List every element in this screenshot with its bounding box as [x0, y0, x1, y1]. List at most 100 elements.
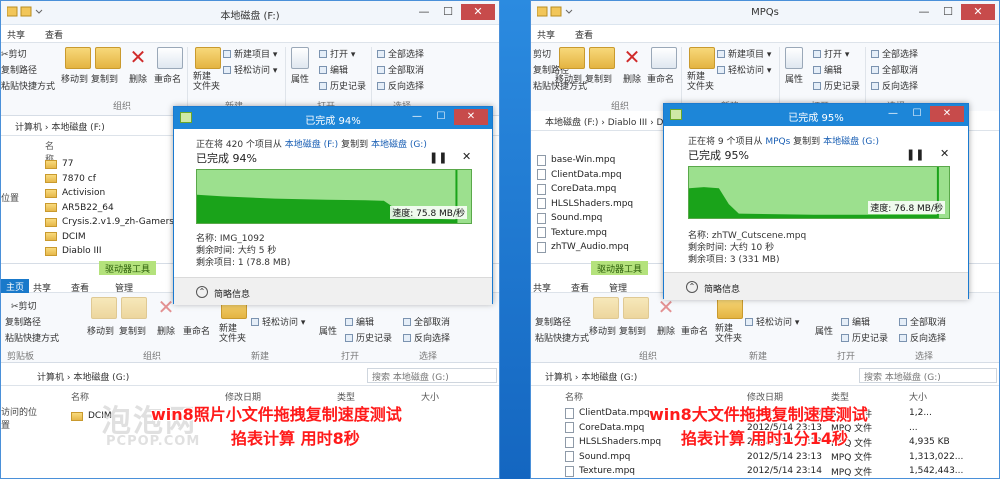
- rename-button[interactable]: 重命名: [154, 72, 181, 85]
- cancel-button[interactable]: ✕: [940, 147, 949, 160]
- rename-button[interactable]: 重命名: [647, 72, 674, 85]
- properties-icon[interactable]: [291, 47, 309, 69]
- list-item[interactable]: Sound.mpq: [537, 211, 633, 226]
- table-row[interactable]: Texture.mpq 2012/5/14 23:14 MPQ 文件 1,542,44…: [565, 464, 997, 478]
- delete-button[interactable]: 删除: [129, 72, 147, 85]
- list-item[interactable]: HLSLShaders.mpq: [537, 197, 633, 212]
- destination-link[interactable]: 本地磁盘 (G:): [371, 140, 427, 150]
- move-to-button[interactable]: 移动到: [87, 324, 114, 337]
- copy-path-button[interactable]: 复制路径: [5, 315, 41, 328]
- history-button[interactable]: 历史记录: [319, 79, 366, 92]
- move-to-icon[interactable]: [559, 47, 585, 69]
- invert-selection-button[interactable]: 反向选择: [871, 79, 918, 92]
- chevron-up-icon[interactable]: ⌃: [196, 286, 208, 298]
- new-item-button[interactable]: 新建项目 ▾: [717, 47, 771, 60]
- easy-access-button[interactable]: 轻松访问 ▾: [223, 63, 277, 76]
- edit-button[interactable]: 编辑: [319, 63, 348, 76]
- close-button[interactable]: ✕: [454, 109, 488, 125]
- delete-icon[interactable]: ✕: [653, 297, 679, 319]
- fewer-details-button[interactable]: 简略信息: [704, 282, 740, 295]
- invert-selection-button[interactable]: 反向选择: [377, 79, 424, 92]
- nav-item[interactable]: 位置: [1, 191, 41, 204]
- invert-selection-button[interactable]: 反向选择: [403, 331, 450, 344]
- list-item[interactable]: 7870 cf: [45, 172, 184, 187]
- minimize-button[interactable]: —: [913, 4, 935, 20]
- source-link[interactable]: 本地磁盘 (F:): [285, 140, 338, 150]
- open-button[interactable]: 打开 ▾: [813, 47, 849, 60]
- move-to-icon[interactable]: [593, 297, 619, 319]
- new-folder-button[interactable]: 新建 文件夹: [715, 324, 742, 344]
- cut-button[interactable]: ✂剪切: [1, 47, 27, 60]
- copy-to-icon[interactable]: [589, 47, 615, 69]
- source-link[interactable]: MPQs: [765, 137, 790, 147]
- minimize-button[interactable]: —: [882, 106, 904, 122]
- maximize-button[interactable]: ☐: [937, 4, 959, 20]
- rename-icon[interactable]: [157, 47, 183, 69]
- copy-path-button[interactable]: 复制路径: [535, 315, 571, 328]
- maximize-button[interactable]: ☐: [437, 4, 459, 20]
- select-all-button[interactable]: 全部选择: [377, 47, 424, 60]
- select-none-button[interactable]: 全部取消: [377, 63, 424, 76]
- select-none-button[interactable]: 全部取消: [403, 315, 450, 328]
- tab-view[interactable]: 查看: [45, 28, 63, 41]
- easy-access-button[interactable]: 轻松访问 ▾: [717, 63, 771, 76]
- maximize-button[interactable]: ☐: [906, 106, 928, 122]
- move-to-button[interactable]: 移动到: [589, 324, 616, 337]
- move-to-icon[interactable]: [91, 297, 117, 319]
- copy-to-button[interactable]: 复制到: [585, 72, 612, 85]
- list-item[interactable]: Activision: [45, 186, 184, 201]
- history-button[interactable]: 历史记录: [345, 331, 392, 344]
- rename-button[interactable]: 重命名: [681, 324, 708, 337]
- col-header-size[interactable]: 大小: [421, 390, 439, 403]
- col-header-size[interactable]: 大小: [909, 390, 927, 403]
- new-folder-icon[interactable]: [689, 47, 715, 69]
- delete-icon[interactable]: ✕: [619, 47, 645, 69]
- properties-icon[interactable]: [785, 47, 803, 69]
- table-row[interactable]: Sound.mpq 2012/5/14 23:13 MPQ 文件 1,313,022.…: [565, 450, 997, 465]
- invert-selection-button[interactable]: 反向选择: [899, 331, 946, 344]
- copy-to-icon[interactable]: [95, 47, 121, 69]
- tab-share[interactable]: 共享: [7, 28, 25, 41]
- select-all-button[interactable]: 全部选择: [871, 47, 918, 60]
- list-item[interactable]: zhTW_Audio.mpq: [537, 240, 633, 255]
- rename-icon[interactable]: [651, 47, 677, 69]
- new-folder-icon[interactable]: [717, 297, 743, 319]
- tab-home[interactable]: 主页: [1, 279, 30, 294]
- history-button[interactable]: 历史记录: [813, 79, 860, 92]
- select-none-button[interactable]: 全部取消: [899, 315, 946, 328]
- properties-button[interactable]: 属性: [815, 324, 833, 337]
- fewer-details-button[interactable]: 简略信息: [214, 287, 250, 300]
- nav-item[interactable]: 访问的位置: [1, 405, 41, 431]
- move-to-button[interactable]: 移动到: [555, 72, 582, 85]
- search-input[interactable]: 搜索 本地磁盘 (G:): [859, 368, 997, 383]
- close-button[interactable]: ✕: [961, 4, 995, 20]
- paste-shortcut-button[interactable]: 粘贴快捷方式: [535, 331, 589, 344]
- close-button[interactable]: ✕: [930, 106, 964, 122]
- new-folder-button[interactable]: 新建 文件夹: [687, 72, 714, 92]
- cut-button[interactable]: ✂剪切: [11, 299, 37, 312]
- tab-view[interactable]: 查看: [575, 28, 593, 41]
- edit-button[interactable]: 编辑: [841, 315, 870, 328]
- minimize-button[interactable]: —: [406, 109, 428, 125]
- copy-to-button[interactable]: 复制到: [91, 72, 118, 85]
- copy-to-button[interactable]: 复制到: [619, 324, 646, 337]
- rename-button[interactable]: 重命名: [183, 324, 210, 337]
- cut-button[interactable]: 剪切: [533, 47, 551, 60]
- new-item-button[interactable]: 新建项目 ▾: [223, 47, 277, 60]
- col-header-name[interactable]: 名称: [565, 390, 583, 403]
- paste-shortcut-button[interactable]: 粘贴快捷方式: [5, 331, 59, 344]
- list-item[interactable]: CoreData.mpq: [537, 182, 633, 197]
- list-item[interactable]: DCIM: [45, 230, 184, 245]
- chevron-up-icon[interactable]: ⌃: [686, 281, 698, 293]
- list-item[interactable]: base-Win.mpq: [537, 153, 633, 168]
- history-button[interactable]: 历史记录: [841, 331, 888, 344]
- select-none-button[interactable]: 全部取消: [871, 63, 918, 76]
- easy-access-button[interactable]: 轻松访问 ▾: [745, 315, 799, 328]
- minimize-button[interactable]: —: [413, 4, 435, 20]
- list-item[interactable]: 77: [45, 157, 184, 172]
- new-folder-button[interactable]: 新建 文件夹: [219, 324, 246, 344]
- list-item[interactable]: Crysis.2.v1.9_zh-Gamersky: [45, 215, 184, 230]
- close-button[interactable]: ✕: [461, 4, 495, 20]
- easy-access-button[interactable]: 轻松访问 ▾: [251, 315, 305, 328]
- copy-path-button[interactable]: 复制路径: [1, 63, 37, 76]
